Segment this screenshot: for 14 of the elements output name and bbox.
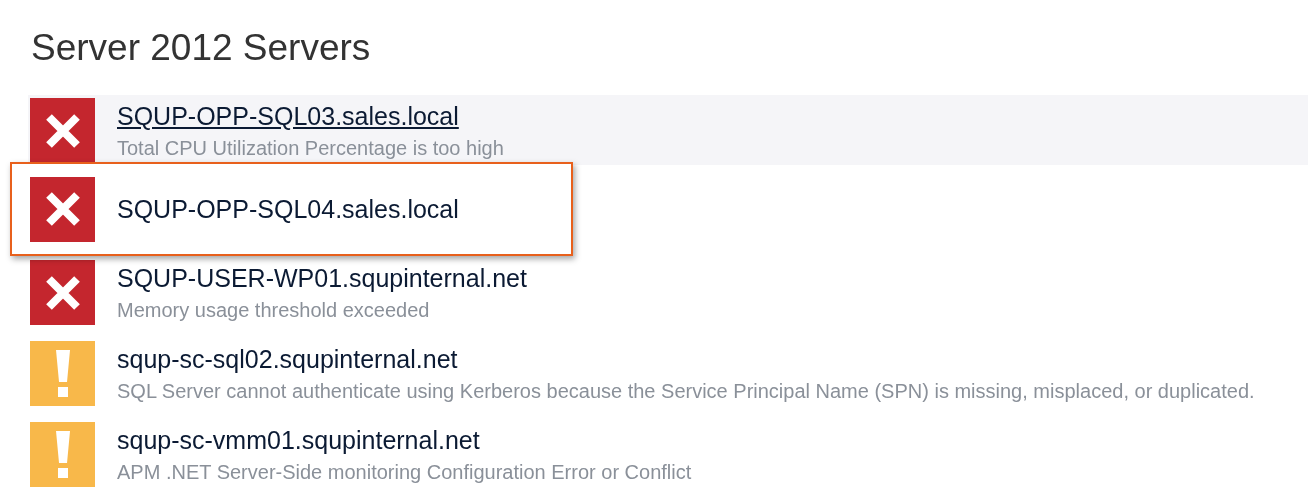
error-icon [30, 176, 95, 242]
error-icon [30, 260, 95, 325]
server-link[interactable]: squp-sc-vmm01.squpinternal.net [117, 425, 692, 455]
warning-icon [30, 422, 95, 487]
server-link[interactable]: squp-sc-sql02.squpinternal.net [117, 344, 1255, 374]
alert-description: Memory usage threshold exceeded [117, 298, 431, 322]
server-link[interactable]: SQUP-OPP-SQL03.sales.local [117, 101, 504, 131]
alert-description: SQL Server cannot authenticate using Kerberos because the Service Principal Name (SPN) is missing, misplaced, or duplicated. [117, 379, 1255, 403]
server-link[interactable]: SQUP-USER-WP01.squpinternal.net [117, 263, 527, 293]
page-title: Server 2012 Servers [30, 26, 372, 70]
server-link[interactable]: SQUP-OPP-SQL04.sales.local [117, 194, 459, 224]
alert-description: Total CPU Utilization Percentage is too high [117, 136, 504, 160]
alert-description: APM .NET Server-Side monitoring Configuration Error or Conflict [117, 460, 692, 484]
warning-icon [30, 341, 95, 406]
